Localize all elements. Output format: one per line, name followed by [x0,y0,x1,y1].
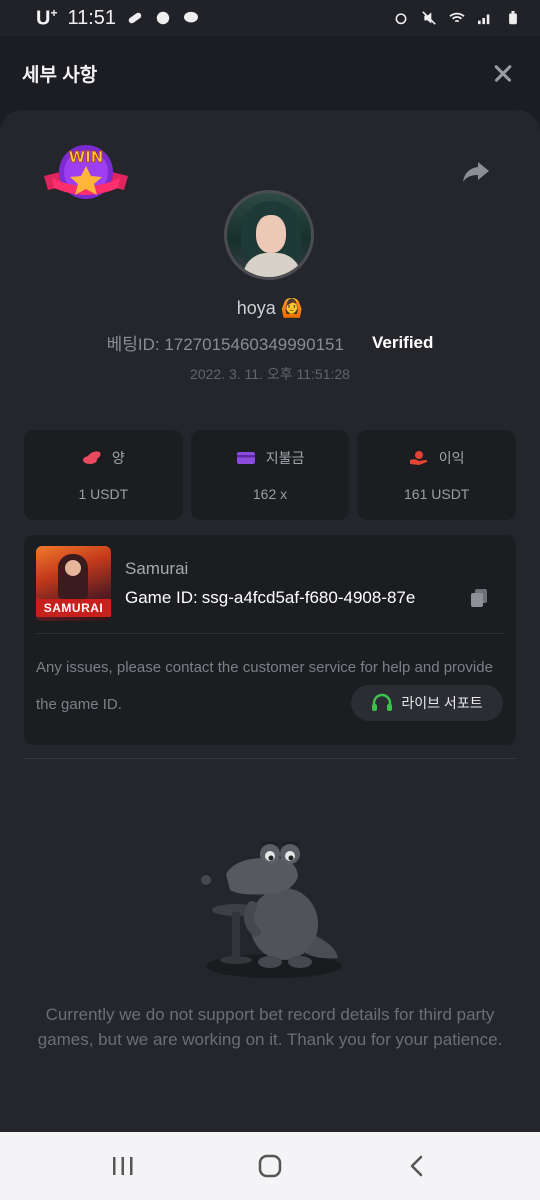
svg-text:WIN: WIN [69,148,104,166]
back-button[interactable] [402,1151,432,1181]
avatar [224,190,314,280]
stat-payout: 지불금 162 x [190,430,350,520]
bet-details-card: WIN hoya 🙆 베팅ID: 1727015460349990151 Ver… [0,110,540,1132]
card-icon [236,452,255,464]
back-icon [410,1155,422,1177]
stat-value: 162 x [252,486,288,502]
game-id-value: ssg-a4fcd5af-f680-4908-87e [201,588,416,607]
bet-timestamp: 2022. 3. 11. 오후 11:51:28 [190,366,350,382]
share-icon[interactable] [462,160,490,184]
stat-value: 161 USDT [404,486,470,502]
pill-icon [128,12,142,24]
recent-apps-button[interactable] [108,1151,138,1181]
system-nav-bar [0,1132,540,1200]
verified-label: Verified [371,332,434,352]
coins-icon [82,451,101,464]
win-badge-icon: WIN [44,145,128,199]
battery-icon [509,11,517,25]
third-party-notice: Currently we do not support bet record d… [37,1005,503,1049]
stat-label: 양 [111,450,125,466]
home-icon [258,1154,282,1178]
game-thumbnail: SAMURAI [36,546,111,621]
alarm-icon [395,13,407,25]
live-support-label: 라이브 서포트 [401,695,483,711]
stat-amount: 양 1 USDT [24,430,183,520]
bet-id: 베팅ID: 1727015460349990151 [106,335,344,354]
stat-label: 지불금 [265,450,305,466]
lock-app-icon [156,11,170,25]
divider [36,633,504,634]
game-id-label: Game ID: [125,588,198,607]
status-time: 11:51 [67,6,117,29]
headset-icon [372,693,393,711]
crocodile-mascot-icon [201,841,342,978]
stat-profit: 이익 161 USDT [357,430,517,520]
game-info-box: SAMURAI Samurai Game ID: ssg-a4fcd5af-f6… [24,535,516,745]
signal-icon [478,14,490,25]
stat-label: 이익 [438,450,465,466]
game-thumbnail-label: SAMURAI [36,599,111,617]
recent-apps-icon [113,1157,133,1175]
bet-stats: 양 1 USDT 지불금 162 x 이익 161 USDT [24,430,517,520]
stat-value: 1 USDT [78,486,129,502]
page-title: 세부 사항 [22,64,98,86]
section-divider [24,758,516,759]
home-button[interactable] [255,1151,285,1181]
mute-icon [422,11,436,25]
hand-coin-icon [409,451,428,465]
game-id-row: Game ID: ssg-a4fcd5af-f680-4908-87e [125,587,495,609]
bet-id-row: 베팅ID: 1727015460349990151 Verified [0,330,540,355]
carrier-label: U+ [36,5,58,30]
status-bar: U+ 11:51 [0,0,540,36]
username: hoya 🙆 [236,298,304,318]
live-support-button[interactable]: 라이브 서포트 [351,685,503,721]
chat-bubble-icon [184,11,199,23]
wifi-icon [449,12,465,23]
copy-icon[interactable] [468,587,490,609]
game-name: Samurai [125,559,189,578]
close-button[interactable] [490,59,518,87]
header: 세부 사항 [0,36,540,110]
